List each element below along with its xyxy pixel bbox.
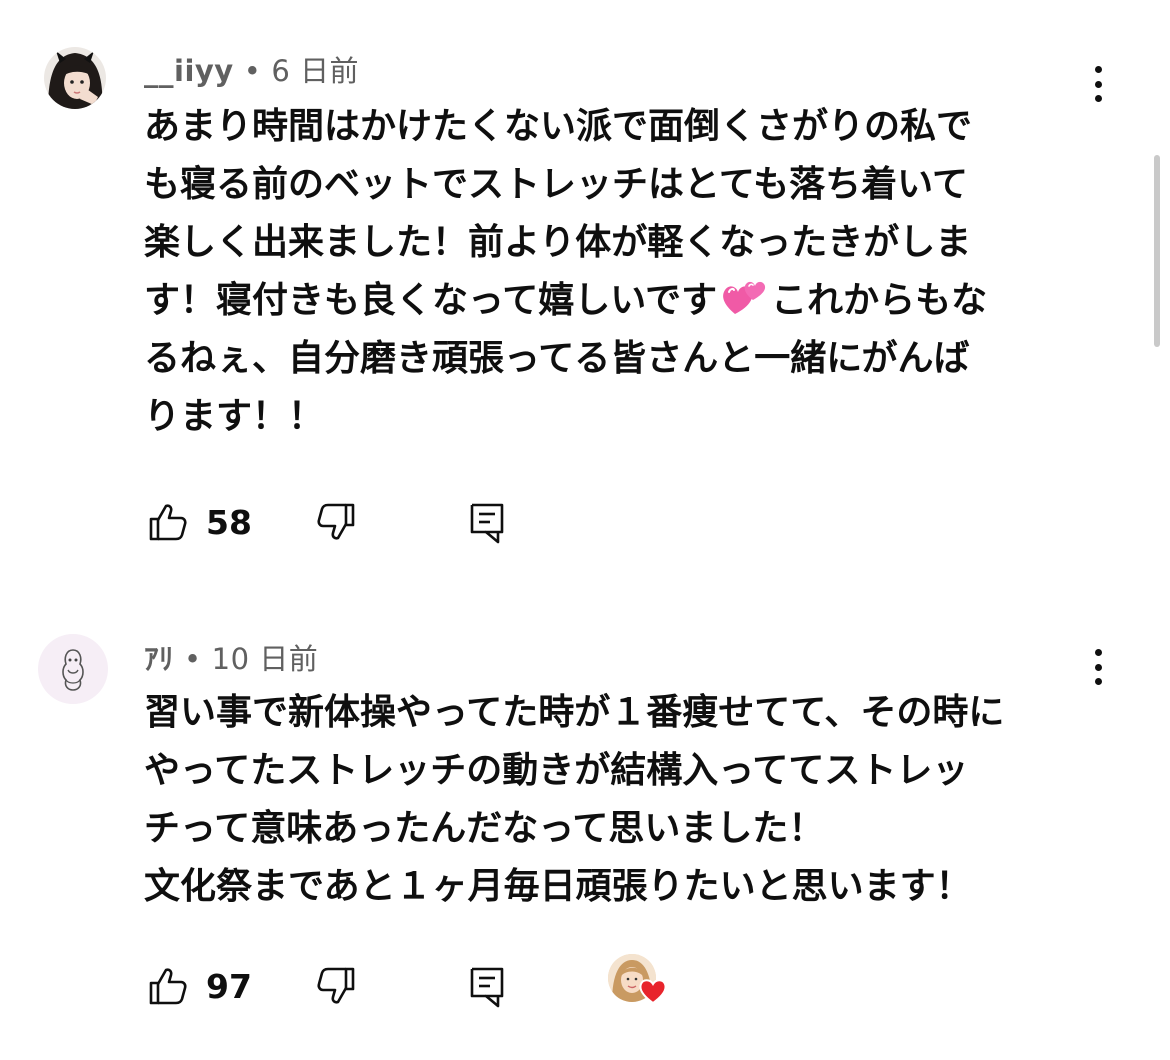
more-dot [1094, 678, 1102, 685]
author-name[interactable]: __iiyy [144, 54, 234, 88]
comment-actions: 97 [144, 954, 744, 1010]
author-avatar[interactable] [38, 634, 108, 704]
meta-separator: • [184, 642, 202, 676]
comment-meta: __iiyy • 6 日前 [144, 48, 359, 90]
comment-time: 10 日前 [211, 642, 319, 676]
comment-text: あまり時間はかけたくない派で面倒くさがりの私で も寝る前のベットでストレッチはと… [144, 98, 1084, 446]
comment-actions: 58 [144, 502, 744, 546]
comment-line: るねぇ、自分磨き頑張ってる皆さんと一緒にがんば [144, 338, 970, 379]
like-count: 58 [206, 502, 252, 542]
reply-icon [470, 503, 504, 544]
more-dot [1094, 95, 1102, 102]
reply-icon [470, 967, 504, 1008]
dislike-button[interactable] [316, 502, 356, 542]
author-name[interactable]: ｱﾘ [144, 642, 174, 676]
comment-more-button[interactable] [1080, 60, 1116, 108]
comment-line: チって意味あったんだなって思いました！ [144, 808, 825, 849]
user-avatar-sketch-icon [38, 634, 108, 704]
scrollbar[interactable] [1154, 155, 1160, 347]
comment-line: 習い事で新体操やってた時が１番痩せてて、その時に [144, 692, 1005, 733]
dislike-button[interactable] [316, 966, 356, 1006]
comment-line-segment: す！寝付きも良くなって嬉しいです [144, 280, 718, 321]
comment-line: 楽しく出来ました！前より体が軽くなったきがしま [144, 222, 972, 263]
more-dot [1094, 66, 1102, 73]
thumbs-down-icon [317, 503, 355, 540]
heart-icon [639, 979, 667, 1005]
more-dot [1094, 80, 1102, 88]
meta-separator: • [243, 54, 262, 88]
like-button[interactable]: 58 [148, 502, 252, 542]
more-dot [1094, 663, 1102, 671]
two-hearts-emoji-icon [723, 281, 766, 314]
creator-heart-badge [608, 954, 670, 1012]
like-count: 97 [206, 966, 252, 1006]
reply-button[interactable] [468, 502, 508, 544]
comment-line: ります！！ [144, 396, 325, 437]
comment-line: 文化祭まであと１ヶ月毎日頑張りたいと思います！ [144, 866, 972, 907]
comment-line-segment: これからもな [771, 280, 988, 321]
thumbs-up-icon [149, 968, 187, 1005]
comment-line-with-emoji: す！寝付きも良くなって嬉しいです これからもな [144, 272, 1084, 330]
comment-line: やってたストレッチの動きが結構入っててストレッ [144, 750, 969, 791]
thumbs-down-icon [317, 967, 355, 1004]
more-dot [1094, 649, 1102, 656]
author-avatar[interactable] [44, 47, 106, 109]
comment-line: あまり時間はかけたくない派で面倒くさがりの私で [144, 106, 973, 147]
comment-line: も寝る前のベットでストレッチはとても落ち着いて [144, 164, 969, 205]
reply-button[interactable] [468, 966, 508, 1008]
thumbs-up-icon [149, 504, 187, 541]
comment-meta: ｱﾘ • 10 日前 [144, 636, 318, 678]
comment-more-button[interactable] [1080, 643, 1116, 691]
user-avatar-dark-hair-icon [44, 47, 106, 109]
comment-time: 6 日前 [271, 54, 359, 88]
comment-text: 習い事で新体操やってた時が１番痩せてて、その時に やってたストレッチの動きが結構… [144, 684, 1084, 916]
like-button[interactable]: 97 [148, 966, 252, 1006]
